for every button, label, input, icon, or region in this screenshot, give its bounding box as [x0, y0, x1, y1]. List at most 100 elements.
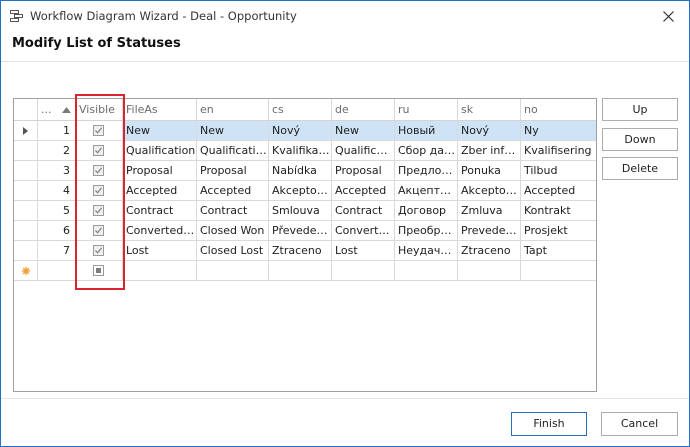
cell-fileas[interactable]: Accepted	[123, 181, 197, 201]
cell-de[interactable]: New	[332, 121, 395, 141]
cell-cs[interactable]: Nový	[269, 121, 332, 141]
table-row[interactable]: 3 Proposal Proposal Nabídka Proposal Предлож.…	[14, 161, 596, 181]
cell-cs[interactable]: Kvalifikace	[269, 141, 332, 161]
row-number-cell[interactable]: 4	[38, 181, 76, 201]
visible-checkbox[interactable]	[93, 205, 104, 216]
visible-checkbox-cell[interactable]	[76, 201, 123, 221]
visible-checkbox-cell[interactable]	[76, 241, 123, 261]
new-row-cell-en[interactable]	[197, 261, 269, 281]
cell-cs[interactable]: Převeden...	[269, 221, 332, 241]
cell-en[interactable]: Qualification	[197, 141, 269, 161]
cell-en[interactable]: Contract	[197, 201, 269, 221]
new-row-indicator[interactable]	[14, 261, 38, 281]
cell-de[interactable]: Converte...	[332, 221, 395, 241]
visible-checkbox[interactable]	[93, 225, 104, 236]
cell-sk[interactable]: Nový	[458, 121, 521, 141]
cell-cs[interactable]: Ztraceno	[269, 241, 332, 261]
delete-button[interactable]: Delete	[602, 157, 678, 180]
table-row[interactable]: 4 Accepted Accepted Akceptov... Accepted Акце…	[14, 181, 596, 201]
header-en[interactable]: en	[197, 99, 269, 120]
visible-checkbox-cell[interactable]	[76, 121, 123, 141]
new-row-checkbox[interactable]	[93, 265, 104, 276]
header-de[interactable]: de	[332, 99, 395, 120]
header-ru[interactable]: ru	[395, 99, 458, 120]
header-no[interactable]: no	[521, 99, 596, 120]
cell-fileas[interactable]: Contract	[123, 201, 197, 221]
cell-en[interactable]: Closed Won	[197, 221, 269, 241]
row-indicator[interactable]	[14, 221, 38, 241]
new-row-cell-ru[interactable]	[395, 261, 458, 281]
cell-ru[interactable]: Неудачн...	[395, 241, 458, 261]
cell-en[interactable]: Closed Lost	[197, 241, 269, 261]
cell-no[interactable]: Prosjekt	[521, 221, 596, 241]
cell-ru[interactable]: Сбор дан...	[395, 141, 458, 161]
new-row-cell-cs[interactable]	[269, 261, 332, 281]
header-sk[interactable]: sk	[458, 99, 521, 120]
visible-checkbox[interactable]	[93, 245, 104, 256]
visible-checkbox[interactable]	[93, 125, 104, 136]
up-button[interactable]: Up	[602, 98, 678, 121]
table-row[interactable]: 5 Contract Contract Smlouva Contract Договор Z…	[14, 201, 596, 221]
table-row[interactable]: 2 Qualification Qualification Kvalifikace Qu…	[14, 141, 596, 161]
cell-en[interactable]: New	[197, 121, 269, 141]
new-row-cell-no[interactable]	[521, 261, 596, 281]
row-indicator[interactable]	[14, 241, 38, 261]
cell-sk[interactable]: Ztraceno	[458, 241, 521, 261]
cell-fileas[interactable]: Converted t...	[123, 221, 197, 241]
cell-ru[interactable]: Предлож...	[395, 161, 458, 181]
visible-checkbox-cell[interactable]	[76, 221, 123, 241]
visible-checkbox-cell[interactable]	[76, 141, 123, 161]
cell-fileas[interactable]: New	[123, 121, 197, 141]
cell-de[interactable]: Accepted	[332, 181, 395, 201]
cell-de[interactable]: Qualificati...	[332, 141, 395, 161]
new-row-cell-num[interactable]	[38, 261, 76, 281]
cell-sk[interactable]: Zmluva	[458, 201, 521, 221]
row-number-cell[interactable]: 2	[38, 141, 76, 161]
visible-checkbox[interactable]	[93, 165, 104, 176]
cell-de[interactable]: Contract	[332, 201, 395, 221]
cell-de[interactable]: Proposal	[332, 161, 395, 181]
row-number-cell[interactable]: 1	[38, 121, 76, 141]
table-row[interactable]: 1 New New Nový New Новый Nový Ny	[14, 121, 596, 141]
cell-no[interactable]: Tapt	[521, 241, 596, 261]
status-grid[interactable]: ... Visible FileAs en cs de ru sk no 1 Ne…	[13, 98, 597, 392]
row-number-cell[interactable]: 5	[38, 201, 76, 221]
visible-checkbox-cell[interactable]	[76, 161, 123, 181]
visible-checkbox-cell[interactable]	[76, 181, 123, 201]
cell-fileas[interactable]: Qualification	[123, 141, 197, 161]
cell-ru[interactable]: Акцепто...	[395, 181, 458, 201]
cell-no[interactable]: Tilbud	[521, 161, 596, 181]
header-fileas[interactable]: FileAs	[123, 99, 197, 120]
visible-checkbox[interactable]	[93, 185, 104, 196]
cell-en[interactable]: Proposal	[197, 161, 269, 181]
cell-ru[interactable]: Преобраз...	[395, 221, 458, 241]
down-button[interactable]: Down	[602, 128, 678, 151]
cell-cs[interactable]: Akceptov...	[269, 181, 332, 201]
cancel-button[interactable]: Cancel	[601, 412, 678, 436]
cell-en[interactable]: Accepted	[197, 181, 269, 201]
cell-cs[interactable]: Nabídka	[269, 161, 332, 181]
cell-ru[interactable]: Новый	[395, 121, 458, 141]
cell-no[interactable]: Kontrakt	[521, 201, 596, 221]
row-indicator[interactable]	[14, 161, 38, 181]
cell-sk[interactable]: Zber infor...	[458, 141, 521, 161]
finish-button[interactable]: Finish	[511, 412, 587, 436]
cell-cs[interactable]: Smlouva	[269, 201, 332, 221]
table-row[interactable]: 6 Converted t... Closed Won Převeden... Conv…	[14, 221, 596, 241]
row-number-cell[interactable]: 3	[38, 161, 76, 181]
table-row[interactable]: 7 Lost Closed Lost Ztraceno Lost Неудачн... Zt…	[14, 241, 596, 261]
cell-no[interactable]: Ny	[521, 121, 596, 141]
cell-ru[interactable]: Договор	[395, 201, 458, 221]
visible-checkbox[interactable]	[93, 145, 104, 156]
cell-sk[interactable]: Akceptov...	[458, 181, 521, 201]
row-indicator[interactable]	[14, 201, 38, 221]
new-row-cell-sk[interactable]	[458, 261, 521, 281]
cell-fileas[interactable]: Lost	[123, 241, 197, 261]
cell-no[interactable]: Kvalifisering	[521, 141, 596, 161]
row-indicator[interactable]	[14, 181, 38, 201]
new-row-cell-visible[interactable]	[76, 261, 123, 281]
cell-no[interactable]: Accepted	[521, 181, 596, 201]
cell-sk[interactable]: Preveden...	[458, 221, 521, 241]
header-cs[interactable]: cs	[269, 99, 332, 120]
close-button[interactable]	[647, 1, 689, 31]
